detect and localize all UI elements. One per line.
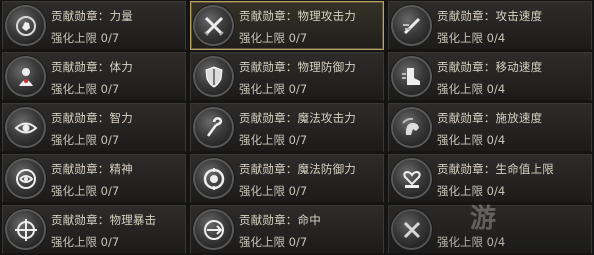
medal-limit: 强化上限 0/7: [239, 235, 308, 249]
medal-card-strength[interactable]: 贡献勋章：力量 强化上限 0/7: [2, 1, 186, 50]
medal-card-accuracy[interactable]: 贡献勋章：命中 强化上限 0/7: [190, 205, 384, 254]
magic-shield-icon: [195, 160, 232, 197]
medal-card-spirit[interactable]: 贡献勋章：精神 强化上限 0/7: [2, 154, 186, 203]
magic-staff-icon: [195, 109, 232, 146]
medal-card-physical-defense[interactable]: 贡献勋章：物理防御力 强化上限 0/7: [190, 52, 384, 101]
medal-title: 贡献勋章：移动速度: [437, 60, 543, 74]
medal-title: 贡献勋章：施放速度: [437, 111, 543, 125]
medal-limit: 强化上限 0/7: [51, 133, 120, 147]
medal-card-physical-attack[interactable]: 贡献勋章：物理攻击力 强化上限 0/7: [190, 1, 384, 50]
medal-title: 贡献勋章：智力: [51, 111, 133, 125]
medal-grid: 贡献勋章：力量 强化上限 0/7 贡献勋章：物理攻击力 强化上限 0/7 贡献勋…: [0, 0, 594, 255]
medal-title: 贡献勋章：生命值上限: [437, 162, 554, 176]
medal-limit: 强化上限 0/7: [239, 184, 308, 198]
medal-card-physical-crit[interactable]: 贡献勋章：物理暴击 强化上限 0/7: [2, 205, 186, 254]
hand-cast-icon: [393, 109, 430, 146]
heart-icon: [393, 160, 430, 197]
medal-card-max-hp[interactable]: 贡献勋章：生命值上限 强化上限 0/4: [388, 154, 592, 203]
watermark-text: 游: [469, 204, 496, 234]
medal-limit: 强化上限 0/7: [51, 184, 120, 198]
medal-limit: 强化上限 0/4: [437, 31, 506, 45]
medal-card-move-speed[interactable]: 贡献勋章：移动速度 强化上限 0/4: [388, 52, 592, 101]
medal-title: 贡献勋章：攻击速度: [437, 9, 543, 23]
medal-limit: 强化上限 0/7: [51, 235, 120, 249]
medal-limit: 强化上限 0/7: [239, 31, 308, 45]
medal-limit: 强化上限 0/4: [437, 82, 506, 96]
medal-title: 贡献勋章：力量: [51, 9, 133, 23]
sword-speed-icon: [393, 7, 430, 44]
medal-title: 贡献勋章：物理攻击力: [239, 9, 356, 23]
crosshair-icon: [7, 211, 44, 248]
crossed-swords-icon: [195, 7, 232, 44]
medal-card-attack-speed[interactable]: 贡献勋章：攻击速度 强化上限 0/4: [388, 1, 592, 50]
medal-card-magic-defense[interactable]: 贡献勋章：魔法防御力 强化上限 0/7: [190, 154, 384, 203]
medal-title: 贡献勋章：精神: [51, 162, 133, 176]
cross-icon: [393, 211, 430, 248]
boot-icon: [393, 58, 430, 95]
medal-card-magic-attack[interactable]: 贡献勋章：魔法攻击力 强化上限 0/7: [190, 103, 384, 152]
medal-title: 贡献勋章：魔法攻击力: [239, 111, 356, 125]
target-arrow-icon: [195, 211, 232, 248]
spirit-icon: [7, 160, 44, 197]
medal-card-intelligence[interactable]: 贡献勋章：智力 强化上限 0/7: [2, 103, 186, 152]
medal-limit: 强化上限 0/4: [437, 184, 506, 198]
eye-icon: [7, 109, 44, 146]
medal-limit: 强化上限 0/7: [51, 31, 120, 45]
medal-limit: 强化上限 0/7: [51, 82, 120, 96]
medal-title: 贡献勋章：魔法防御力: [239, 162, 356, 176]
medal-card-cast-speed[interactable]: 贡献勋章：施放速度 强化上限 0/4: [388, 103, 592, 152]
medal-title: 贡献勋章：命中: [239, 213, 321, 227]
medal-title: 贡献勋章：物理防御力: [239, 60, 356, 74]
medal-title: 贡献勋章：体力: [51, 60, 133, 74]
medal-card-stamina[interactable]: 贡献勋章：体力 强化上限 0/7: [2, 52, 186, 101]
medal-title: 贡献勋章：物理暴击: [51, 213, 157, 227]
medal-limit: 强化上限 0/7: [239, 133, 308, 147]
fist-icon: [7, 7, 44, 44]
shield-icon: [195, 58, 232, 95]
medal-limit: 强化上限 0/4: [437, 133, 506, 147]
person-icon: [7, 58, 44, 95]
medal-limit: 强化上限 0/4: [437, 235, 506, 249]
medal-limit: 强化上限 0/7: [239, 82, 308, 96]
